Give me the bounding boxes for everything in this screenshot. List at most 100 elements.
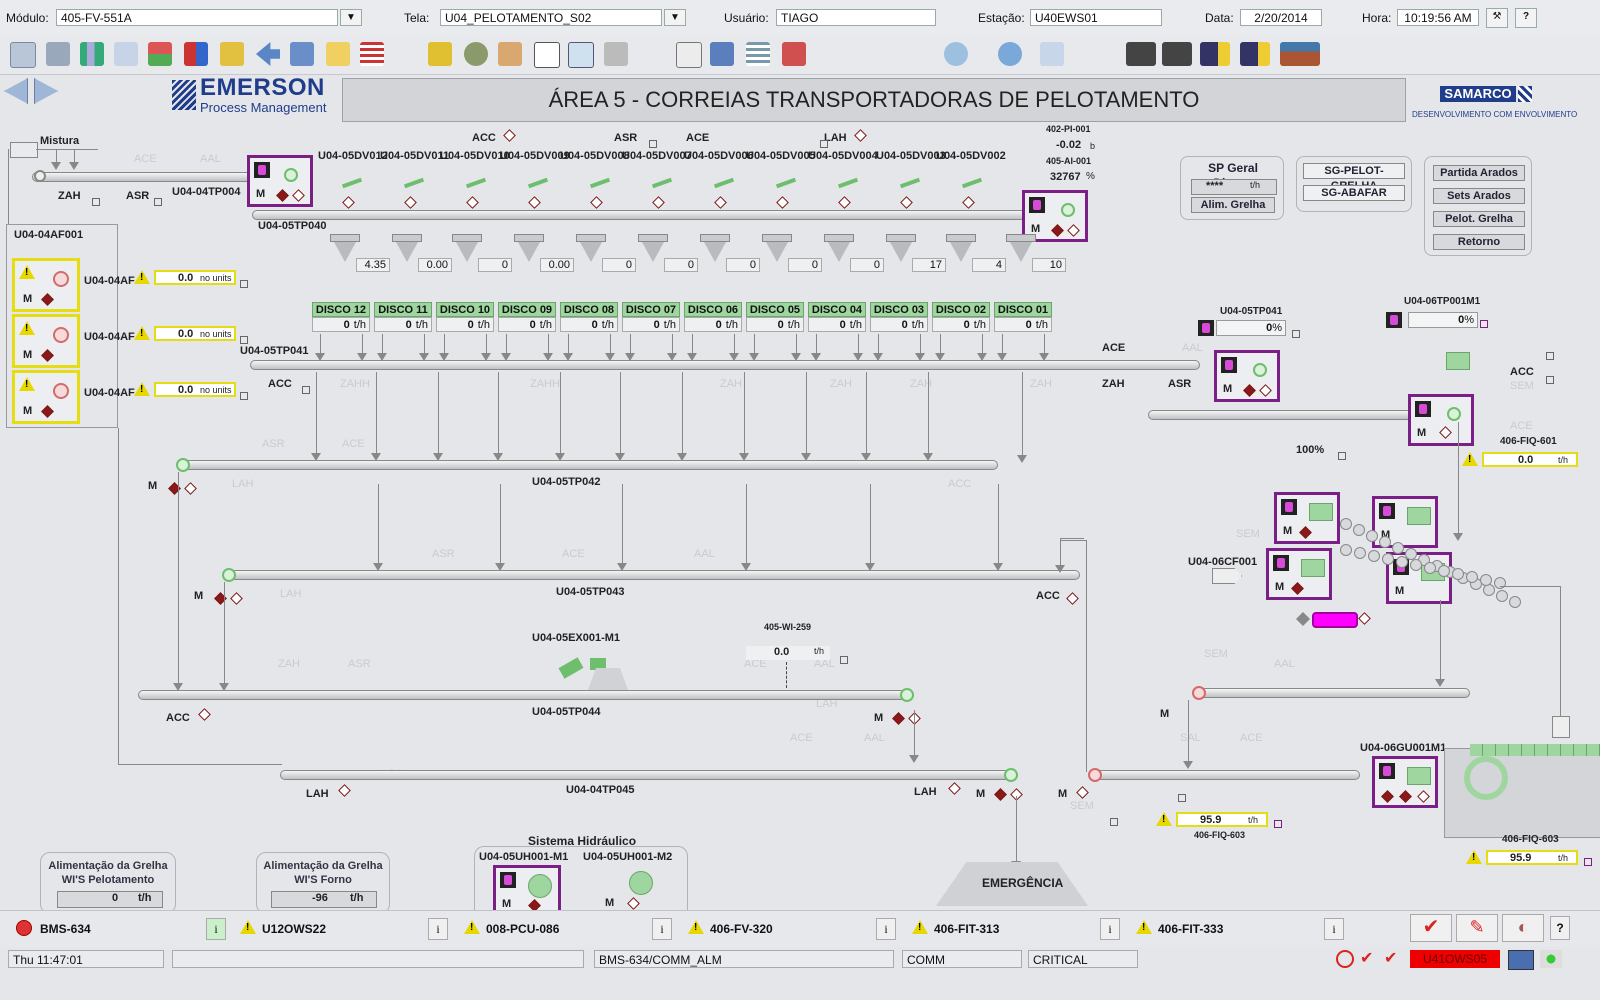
search-screen-icon[interactable] bbox=[114, 42, 138, 66]
silence-icon[interactable]: ✎ bbox=[1456, 914, 1498, 942]
diverter-alarm-icon[interactable] bbox=[900, 196, 913, 209]
af-warning-icon[interactable] bbox=[134, 270, 150, 284]
plant-a-icon[interactable] bbox=[1126, 42, 1156, 66]
kiln-a-icon[interactable] bbox=[1200, 42, 1230, 66]
tp044-acc-alarm-icon[interactable] bbox=[198, 708, 211, 721]
tp001-interlock-icon[interactable] bbox=[1386, 312, 1402, 328]
back-icon[interactable] bbox=[256, 42, 280, 66]
af-feeder-box[interactable]: M bbox=[12, 370, 80, 424]
alarm-help-button[interactable]: ? bbox=[1550, 916, 1570, 940]
disco-10[interactable]: DISCO 10 0 t/h bbox=[436, 302, 494, 334]
indicator[interactable] bbox=[1546, 376, 1554, 384]
magnifier-icon[interactable] bbox=[944, 42, 968, 66]
kiln-b-icon[interactable] bbox=[1240, 42, 1270, 66]
ex001-extractor-icon[interactable] bbox=[558, 657, 584, 679]
factory-icon[interactable] bbox=[1280, 42, 1320, 66]
cf001-arrow-icon[interactable] bbox=[1212, 568, 1242, 584]
sg-abafar-button[interactable]: SG-ABAFAR bbox=[1303, 185, 1405, 201]
indicator[interactable] bbox=[1546, 352, 1554, 360]
grid-icon[interactable] bbox=[148, 42, 172, 66]
diverter-alarm-icon[interactable] bbox=[714, 196, 727, 209]
pct100-indicator[interactable] bbox=[1338, 452, 1346, 460]
flowchart-icon[interactable] bbox=[782, 42, 806, 66]
chart-icon[interactable] bbox=[534, 42, 560, 68]
modulo-dropdown-button[interactable]: ▼ bbox=[340, 9, 362, 26]
ack-small-icon[interactable]: ✔ bbox=[1360, 950, 1378, 968]
indicator[interactable] bbox=[1178, 794, 1186, 802]
diverter-icon[interactable] bbox=[714, 178, 736, 188]
sets-arados-button[interactable]: Sets Arados bbox=[1433, 188, 1525, 204]
screen-icon[interactable] bbox=[1508, 950, 1534, 970]
sg-pelot-grelha-button[interactable]: SG-PELOT-GRELHA bbox=[1303, 163, 1405, 192]
af-feeder-box[interactable]: M bbox=[12, 258, 80, 312]
alarm-item[interactable]: U12OWS22 bbox=[262, 922, 326, 936]
alarm-item[interactable]: 406-FV-320 bbox=[710, 922, 773, 936]
uh-m2-alarm-icon[interactable] bbox=[627, 897, 640, 910]
grate-machine[interactable] bbox=[1444, 748, 1600, 838]
diverter-alarm-icon[interactable] bbox=[962, 196, 975, 209]
disco-08[interactable]: DISCO 08 0 t/h bbox=[560, 302, 618, 334]
diverter-alarm-icon[interactable] bbox=[838, 196, 851, 209]
diverter-icon[interactable] bbox=[838, 178, 860, 188]
asr-indicator[interactable] bbox=[154, 198, 162, 206]
diverter-icon[interactable] bbox=[342, 178, 364, 188]
alarm-info-button[interactable]: i bbox=[876, 918, 896, 940]
af-feeder-box[interactable]: M bbox=[12, 314, 80, 368]
edit-document-icon[interactable] bbox=[676, 42, 702, 68]
diverter-alarm-icon[interactable] bbox=[652, 196, 665, 209]
af-indicator[interactable] bbox=[240, 392, 248, 400]
disco-04[interactable]: DISCO 04 0 t/h bbox=[808, 302, 866, 334]
return-lower-alarm-icon[interactable] bbox=[1076, 786, 1089, 799]
retorno-button[interactable]: Retorno bbox=[1433, 234, 1525, 250]
indicator[interactable] bbox=[1110, 818, 1118, 826]
disco-09[interactable]: DISCO 09 0 t/h bbox=[498, 302, 556, 334]
fiq603-indicator[interactable] bbox=[1274, 820, 1282, 828]
diverter-alarm-icon[interactable] bbox=[776, 196, 789, 209]
tp043-acc-alarm-icon[interactable] bbox=[1066, 592, 1079, 605]
diverter-alarm-icon[interactable] bbox=[590, 196, 603, 209]
traffic-light-icon[interactable] bbox=[1540, 950, 1562, 968]
zah-indicator[interactable] bbox=[92, 198, 100, 206]
tela-field[interactable]: U04_PELOTAMENTO_S02 bbox=[440, 9, 662, 26]
fiq603b-indicator[interactable] bbox=[1584, 858, 1592, 866]
diverter-icon[interactable] bbox=[652, 178, 674, 188]
acc-indicator-tp041[interactable] bbox=[302, 386, 310, 394]
cf-motor-box-3[interactable]: M bbox=[1266, 548, 1332, 600]
swap-icon[interactable] bbox=[1040, 42, 1064, 66]
globe-icon[interactable] bbox=[464, 42, 488, 66]
tp041-interlock-icon[interactable] bbox=[1198, 320, 1214, 336]
print-icon[interactable] bbox=[46, 42, 70, 66]
acc-alarm-icon[interactable] bbox=[503, 129, 516, 142]
af-warning-icon[interactable] bbox=[134, 382, 150, 396]
pelot-grelha-button[interactable]: Pelot. Grelha bbox=[1433, 211, 1525, 227]
tp001-indicator[interactable] bbox=[1480, 320, 1488, 328]
list-icon[interactable] bbox=[360, 42, 384, 66]
alarm-info-button[interactable]: i bbox=[652, 918, 672, 940]
alarm-item[interactable]: 008-PCU-086 bbox=[486, 922, 559, 936]
diverter-icon[interactable] bbox=[962, 178, 984, 188]
fiq603-warning-icon[interactable] bbox=[1156, 812, 1172, 826]
fiq601-warning-icon[interactable] bbox=[1462, 452, 1478, 466]
lah-indicator-top[interactable] bbox=[820, 140, 828, 148]
window-icon[interactable] bbox=[290, 42, 314, 66]
tools-icon[interactable]: ⚒ bbox=[1486, 8, 1508, 28]
disco-01[interactable]: DISCO 01 0 t/h bbox=[994, 302, 1052, 334]
alarm-item[interactable]: 406-FIT-333 bbox=[1158, 922, 1223, 936]
af-indicator[interactable] bbox=[240, 336, 248, 344]
af-indicator[interactable] bbox=[240, 280, 248, 288]
tp004-motor-box[interactable]: M bbox=[247, 155, 313, 207]
diverter-alarm-icon[interactable] bbox=[404, 196, 417, 209]
diverter-icon[interactable] bbox=[404, 178, 426, 188]
faceplate-icon[interactable] bbox=[184, 42, 208, 66]
network-icon[interactable] bbox=[710, 42, 734, 66]
tp045-alarm-icon[interactable] bbox=[994, 788, 1007, 801]
alarm-item[interactable]: 406-FIT-313 bbox=[934, 922, 999, 936]
nav-back-icon[interactable] bbox=[4, 78, 28, 104]
document-icon[interactable] bbox=[428, 42, 452, 66]
diverter-alarm-icon[interactable] bbox=[466, 196, 479, 209]
tp045-lah-right-alarm-icon[interactable] bbox=[948, 782, 961, 795]
uh-m2-pump-icon[interactable] bbox=[629, 871, 653, 895]
disco-03[interactable]: DISCO 03 0 t/h bbox=[870, 302, 928, 334]
roller-alarm-icon[interactable] bbox=[1358, 612, 1371, 625]
alarm-item[interactable]: BMS-634 bbox=[40, 922, 91, 936]
